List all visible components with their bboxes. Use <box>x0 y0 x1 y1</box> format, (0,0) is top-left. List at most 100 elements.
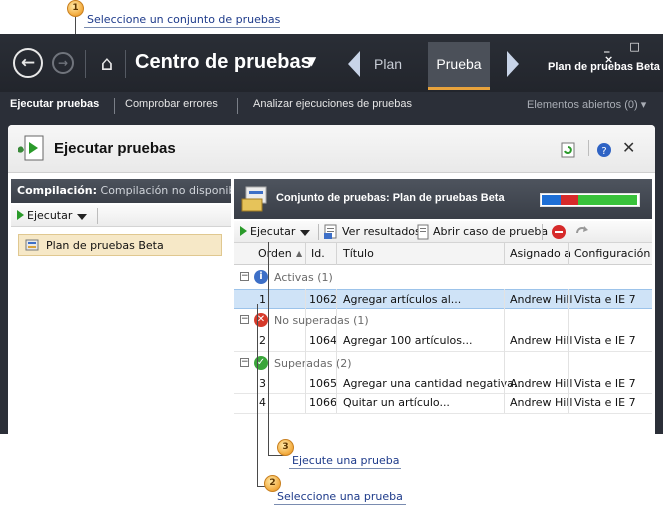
callout-1-text: Seleccione un conjunto de pruebas <box>87 13 281 26</box>
progress-passed <box>578 195 637 205</box>
open-items-dropdown[interactable]: Elementos abiertos (0) ▾ <box>527 98 646 111</box>
left-pane: Compilación: Compilación no disponible E… <box>11 179 231 447</box>
refresh-icon[interactable] <box>560 142 576 158</box>
close-icon[interactable]: ✕ <box>622 138 635 157</box>
stop-icon[interactable] <box>551 224 567 240</box>
subnav-comprobar-errores[interactable]: Comprobar errores <box>125 98 218 110</box>
suite-progress-bar <box>540 193 640 207</box>
left-run-button[interactable]: Ejecutar <box>27 209 72 222</box>
nav-divider <box>125 50 126 78</box>
tree-item-label: Plan de pruebas Beta <box>46 239 164 252</box>
tab-prueba[interactable]: Prueba <box>428 42 490 90</box>
left-toolbar: Ejecutar <box>11 205 231 227</box>
subnav-divider <box>114 98 115 114</box>
column-guide <box>305 289 306 413</box>
panel-header: Ejecutar pruebas ? ✕ <box>8 125 655 173</box>
suite-header: Conjunto de pruebas: Plan de pruebas Bet… <box>234 179 652 219</box>
toolbar-divider <box>97 208 98 224</box>
cell-id: 1064 <box>309 334 337 347</box>
tab-plan[interactable]: Plan <box>374 56 402 72</box>
table-row[interactable]: 3 1065 Agregar una cantidad negativa... … <box>234 374 652 394</box>
callout-3-text: Ejecute una prueba <box>292 454 400 467</box>
column-divider[interactable] <box>504 243 505 265</box>
subnav-divider <box>237 98 238 114</box>
cell-id: 1066 <box>309 396 337 409</box>
header-divider <box>588 140 589 156</box>
suite-title: Conjunto de pruebas: Plan de pruebas Bet… <box>276 192 505 204</box>
row-divider <box>234 351 652 352</box>
right-toolbar: Ejecutar Ver resultados Abrir caso de pr… <box>234 221 652 243</box>
play-icon[interactable] <box>240 226 247 236</box>
cell-assigned: Andrew Hill <box>510 293 573 306</box>
right-pane: Conjunto de pruebas: Plan de pruebas Bet… <box>234 179 652 447</box>
cell-config: Vista e IE 7 <box>574 293 636 306</box>
collapse-icon[interactable]: − <box>240 358 249 367</box>
open-test-case-icon[interactable] <box>415 224 431 240</box>
grid-header: Orden ▲ Id. Título Asignado a Configurac… <box>234 243 652 265</box>
svg-text:?: ? <box>601 146 606 157</box>
forward-icon[interactable]: → <box>52 52 74 74</box>
build-bar: Compilación: Compilación no disponible <box>11 179 231 203</box>
column-divider[interactable] <box>305 243 306 265</box>
run-tests-page-icon <box>18 135 44 161</box>
app-title[interactable]: Centro de pruebas <box>135 51 312 74</box>
column-divider[interactable] <box>336 243 337 265</box>
group-superadas[interactable]: − ✓ Superadas (2) <box>234 353 652 375</box>
column-guide <box>504 289 505 413</box>
test-suite-icon <box>241 186 267 212</box>
callout-1-underline <box>84 27 280 28</box>
column-guide <box>568 289 569 413</box>
cell-assigned: Andrew Hill <box>510 377 573 390</box>
help-icon[interactable]: ? <box>596 142 612 158</box>
cell-id: 1065 <box>309 377 337 390</box>
column-header-id[interactable]: Id. <box>311 247 325 260</box>
callout-3-leader <box>268 242 269 455</box>
prev-section-icon[interactable] <box>348 51 360 77</box>
cell-title: Agregar artículos al... <box>343 293 462 306</box>
group-no-superadas[interactable]: − ✕ No superadas (1) <box>234 310 652 332</box>
table-row[interactable]: 2 1064 Agregar 100 artículos... Andrew H… <box>234 331 652 351</box>
chevron-down-icon[interactable] <box>77 214 87 220</box>
build-value: Compilación no disponible <box>100 184 231 197</box>
home-icon[interactable]: ⌂ <box>95 51 119 75</box>
group-label: No superadas (1) <box>274 314 369 327</box>
chevron-down-icon[interactable]: ▼ <box>307 54 316 68</box>
nav-divider <box>85 50 86 78</box>
progress-failed <box>561 195 578 205</box>
next-section-icon[interactable] <box>507 51 519 77</box>
open-items-label: Elementos abiertos (0) <box>527 99 638 111</box>
table-row[interactable]: 1 1062 Agregar artículos al... Andrew Hi… <box>234 289 652 309</box>
column-header-configuracion[interactable]: Configuración <box>574 247 650 260</box>
column-header-orden[interactable]: Orden <box>258 247 292 260</box>
app-window: ← → ⌂ Centro de pruebas ▼ Plan Prueba _ … <box>0 34 663 453</box>
play-icon[interactable] <box>17 210 24 220</box>
back-icon[interactable]: ← <box>13 48 43 78</box>
info-icon: i <box>254 270 268 284</box>
cell-order: 2 <box>259 334 266 347</box>
table-row[interactable]: 4 1066 Quitar un artículo... Andrew Hill… <box>234 393 652 413</box>
column-guide <box>336 289 337 413</box>
open-test-case-button[interactable]: Abrir caso de prueba <box>433 225 548 238</box>
subnav-analizar-ejecuciones[interactable]: Analizar ejecuciones de pruebas <box>253 98 412 110</box>
cell-config: Vista e IE 7 <box>574 396 636 409</box>
group-activas[interactable]: − i Activas (1) <box>234 267 652 289</box>
collapse-icon[interactable]: − <box>240 272 249 281</box>
cell-order: 4 <box>259 396 266 409</box>
column-header-asignado[interactable]: Asignado a <box>510 247 571 260</box>
chevron-down-icon[interactable] <box>300 230 310 236</box>
cell-order: 1 <box>259 293 266 306</box>
toolbar-divider <box>542 224 543 240</box>
build-label: Compilación: <box>17 184 98 197</box>
run-test-button[interactable]: Ejecutar <box>250 225 295 238</box>
tree-item-plan[interactable]: Plan de pruebas Beta <box>18 234 222 256</box>
column-header-titulo[interactable]: Título <box>343 247 374 260</box>
column-divider[interactable] <box>568 243 569 265</box>
redo-icon[interactable] <box>574 224 590 240</box>
subnav-ejecutar-pruebas[interactable]: Ejecutar pruebas <box>10 98 99 110</box>
view-results-button[interactable]: Ver resultados <box>342 225 421 238</box>
collapse-icon[interactable]: − <box>240 315 249 324</box>
sort-asc-icon[interactable]: ▲ <box>296 249 302 258</box>
cell-id: 1062 <box>309 293 337 306</box>
cell-config: Vista e IE 7 <box>574 377 636 390</box>
view-results-icon[interactable] <box>323 224 339 240</box>
